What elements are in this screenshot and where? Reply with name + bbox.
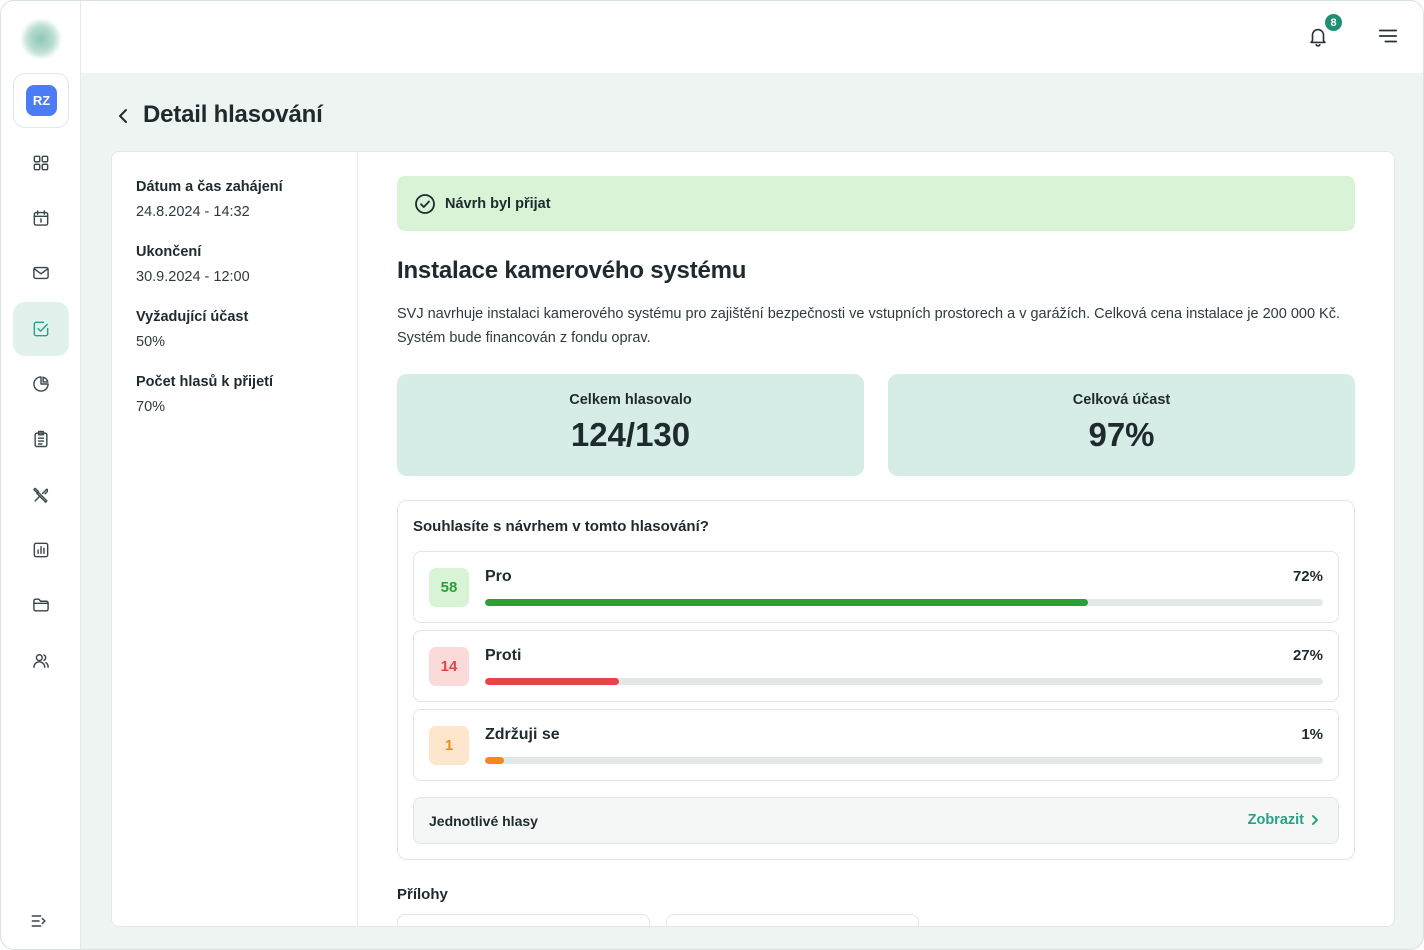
sidebar: RZ — [1, 1, 81, 949]
progress-fill — [485, 678, 620, 685]
calendar-icon — [33, 210, 49, 226]
check-square-icon — [33, 321, 49, 337]
meta-votes-to-pass: Počet hlasů k přijetí 70% — [136, 374, 273, 415]
attachment-item[interactable] — [397, 914, 650, 926]
page-title: Detail hlasování — [143, 101, 323, 128]
collapse-icon — [31, 915, 46, 927]
dashboard-icon — [33, 155, 49, 171]
vote-count-badge: 58 — [429, 568, 469, 607]
back-button[interactable] — [115, 105, 135, 127]
pie-chart-icon — [33, 376, 49, 392]
sidebar-item-reports[interactable] — [13, 523, 69, 577]
sidebar-item-residents[interactable] — [13, 634, 69, 688]
show-votes-link[interactable]: Zobrazit — [1248, 812, 1320, 828]
show-votes-label: Zobrazit — [1247, 812, 1304, 828]
meta-required-participation: Vyžadující účast 50% — [136, 309, 248, 350]
bar-chart-icon — [33, 542, 49, 558]
menu-icon — [1378, 29, 1398, 43]
progress-fill — [485, 599, 1089, 606]
mail-icon — [33, 266, 49, 280]
status-banner: Návrh byl přijat — [397, 176, 1355, 231]
meta-value: 70% — [136, 399, 166, 415]
attachments-title: Přílohy — [397, 886, 448, 903]
voting-results: Souhlasíte s návrhem v tomto hlasování? … — [397, 500, 1355, 860]
proposal-title: Instalace kamerového systému — [397, 257, 747, 284]
sidebar-item-tasks[interactable] — [13, 412, 69, 466]
vote-option-label: Zdržuji se — [485, 726, 560, 743]
users-icon — [33, 654, 49, 668]
app-window: RZ 8 Detail hlasování Dátum a čas zaháje… — [0, 0, 1424, 950]
meta-label: Vyžadující účast — [136, 309, 249, 325]
vote-option-percent: 72% — [1292, 568, 1323, 585]
meta-label: Ukončení — [136, 244, 202, 260]
stat-total-voted: Celkem hlasovalo 124/130 — [397, 374, 864, 476]
check-circle-icon — [415, 193, 435, 214]
vote-option-against[interactable]: 14 Proti 27% — [413, 630, 1339, 702]
sidebar-item-voting[interactable] — [13, 302, 69, 356]
sidebar-item-maintenance[interactable] — [13, 468, 69, 522]
vote-option-percent: 27% — [1292, 647, 1323, 664]
vote-option-abstain[interactable]: 1 Zdržuji se 1% — [413, 709, 1339, 781]
individual-votes-row: Jednotlivé hlasy Zobrazit — [413, 797, 1339, 844]
vote-count-badge: 14 — [429, 647, 469, 686]
progress-track — [485, 757, 1323, 764]
sidebar-item-messages[interactable] — [13, 246, 69, 300]
clipboard-icon — [34, 430, 48, 448]
collapse-sidebar-button[interactable] — [29, 911, 53, 935]
voting-meta-panel: Dátum a čas zahájení 24.8.2024 - 14:32 U… — [112, 152, 358, 926]
progress-fill — [485, 757, 505, 764]
vote-option-label: Proti — [485, 647, 522, 664]
chevron-right-icon — [1312, 815, 1318, 825]
user-avatar-button[interactable]: RZ — [13, 73, 69, 128]
progress-track — [485, 599, 1323, 606]
stat-label: Celkem hlasovalo — [569, 392, 692, 408]
stat-participation: Celková účast 97% — [888, 374, 1355, 476]
meta-label: Počet hlasů k přijetí — [136, 374, 273, 390]
chevron-left-icon — [119, 109, 127, 123]
vote-option-percent: 1% — [1301, 726, 1323, 743]
status-text: Návrh byl přijat — [445, 195, 551, 212]
avatar: RZ — [26, 85, 57, 116]
meta-value: 50% — [136, 334, 166, 350]
menu-button[interactable] — [1377, 25, 1401, 49]
meta-end: Ukončení 30.9.2024 - 12:00 — [136, 244, 250, 285]
proposal-description: SVJ navrhuje instalaci kamerového systém… — [397, 306, 1341, 346]
folder-icon — [33, 598, 49, 612]
stat-value: 124/130 — [570, 416, 691, 453]
sidebar-item-documents[interactable] — [13, 578, 69, 632]
stat-value: 97% — [1088, 416, 1155, 453]
progress-track — [485, 678, 1323, 685]
individual-votes-label: Jednotlivé hlasy — [429, 813, 538, 829]
vote-count-badge: 1 — [429, 726, 469, 765]
sidebar-item-calendar[interactable] — [13, 191, 69, 245]
meta-label: Dátum a čas zahájení — [136, 179, 283, 195]
attachment-item[interactable] — [666, 914, 919, 926]
meta-value: 24.8.2024 - 14:32 — [136, 204, 250, 220]
notification-badge: 8 — [1323, 12, 1344, 33]
voting-question: Souhlasíte s návrhem v tomto hlasování? — [413, 518, 709, 535]
vote-option-for[interactable]: 58 Pro 72% — [413, 551, 1339, 623]
tools-icon — [33, 487, 49, 503]
sidebar-item-statistics[interactable] — [13, 357, 69, 411]
stat-label: Celková účast — [1072, 392, 1171, 408]
meta-value: 30.9.2024 - 12:00 — [136, 269, 250, 285]
sidebar-item-dashboard[interactable] — [13, 136, 69, 190]
meta-start: Dátum a čas zahájení 24.8.2024 - 14:32 — [136, 179, 283, 220]
top-bar: 8 — [81, 1, 1423, 73]
logo — [21, 19, 61, 59]
vote-option-label: Pro — [485, 568, 512, 585]
voting-detail-card: Dátum a čas zahájení 24.8.2024 - 14:32 U… — [111, 151, 1395, 927]
